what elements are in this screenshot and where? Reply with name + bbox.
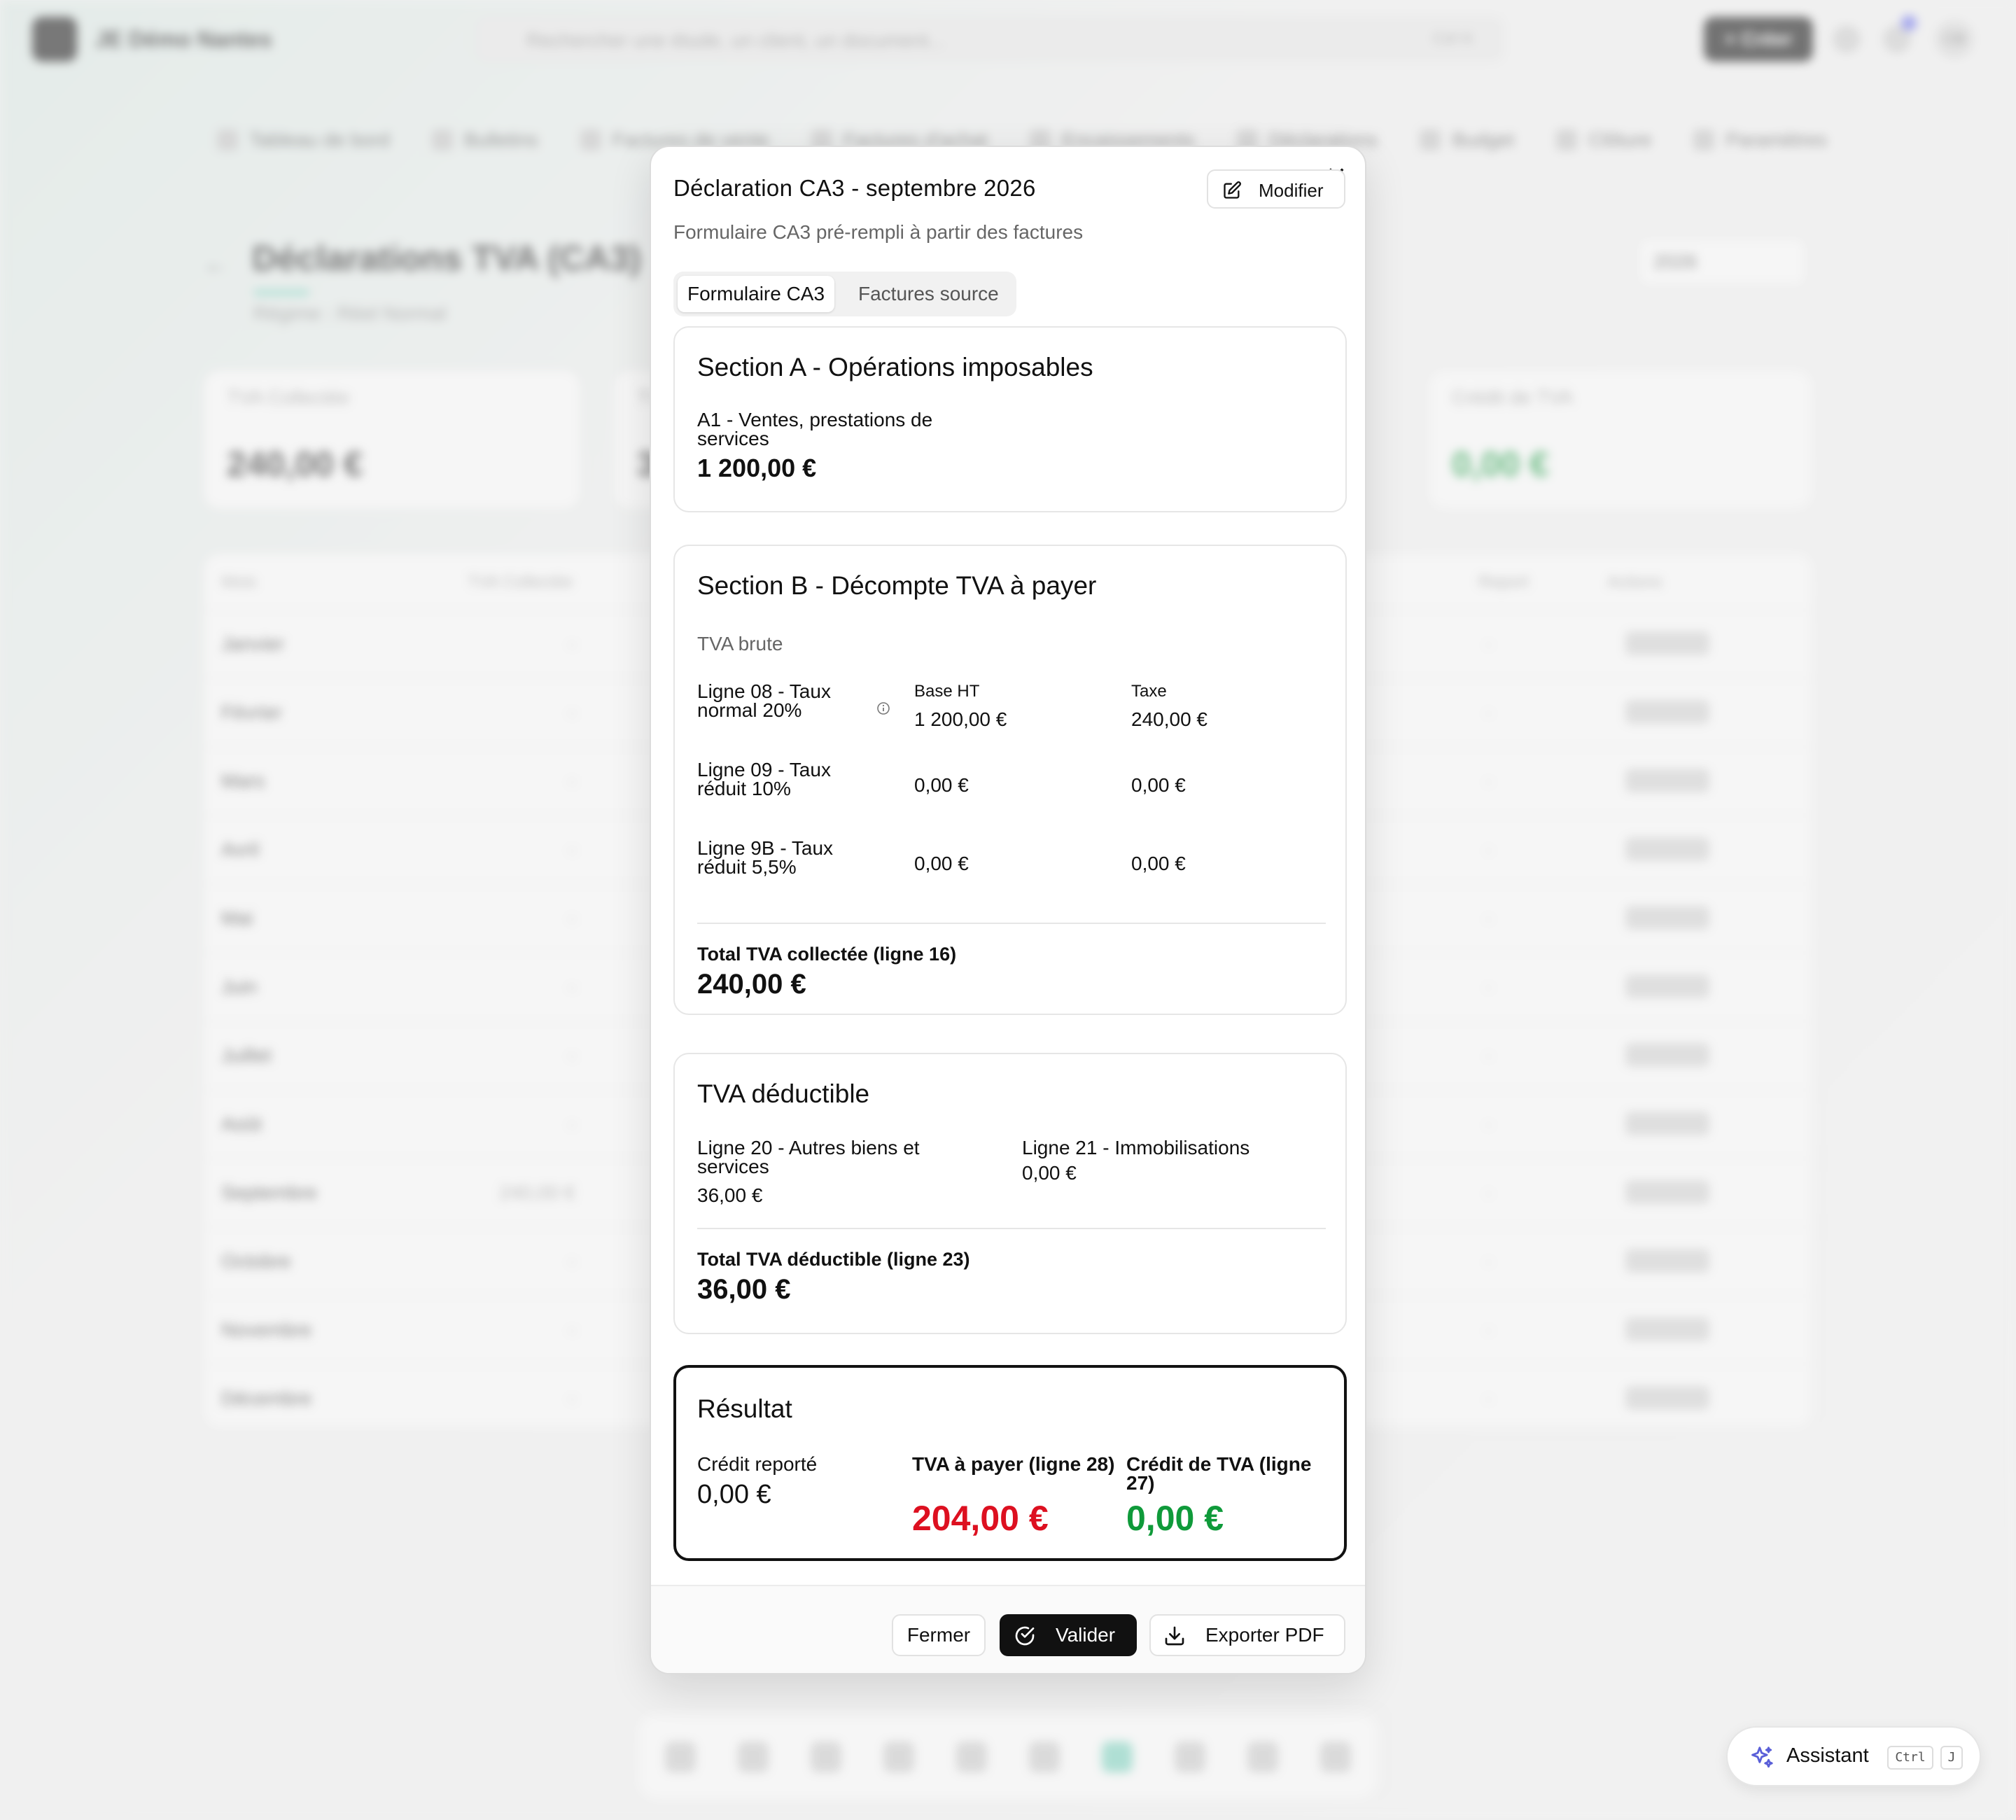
assistant-button[interactable]: Assistant Ctrl J: [1726, 1726, 1981, 1786]
export-pdf-button[interactable]: Exporter PDF: [1149, 1614, 1345, 1656]
tab-sources[interactable]: Factures source: [848, 276, 1009, 312]
section-a-card: Section A - Opérations imposables A1 - V…: [673, 326, 1347, 512]
line-9b-label: Ligne 9B - Taux réduit 5,5%: [697, 837, 834, 878]
divider: [697, 1228, 1326, 1229]
line-21-label: Ligne 21 - Immobilisations: [1022, 1137, 1250, 1158]
line-9b-base: 0,00 €: [914, 853, 969, 874]
result-card: Résultat Crédit reporté 0,00 € TVA à pay…: [673, 1365, 1347, 1561]
vat-due-label: TVA à payer (ligne 28): [912, 1453, 1115, 1475]
result-title: Résultat: [697, 1394, 792, 1423]
line-08-tax: 240,00 €: [1131, 708, 1208, 730]
download-icon: [1165, 1626, 1184, 1646]
divider: [697, 923, 1326, 924]
edit-button-label: Modifier: [1259, 180, 1324, 201]
export-pdf-label: Exporter PDF: [1205, 1624, 1324, 1646]
vat-due-value: 204,00 €: [912, 1499, 1049, 1538]
edit-button[interactable]: Modifier: [1207, 169, 1345, 209]
carried-credit-value: 0,00 €: [697, 1480, 771, 1509]
sparkles-icon: [1751, 1746, 1773, 1768]
line-20-label: Ligne 20 - Autres biens et services: [697, 1137, 920, 1177]
line-a1-label: A1 - Ventes, prestations de services: [697, 409, 933, 449]
vat-credit-label: Crédit de TVA (ligne 27): [1126, 1453, 1312, 1494]
total-collected-label: Total TVA collectée (ligne 16): [697, 944, 957, 965]
tab-bar: Formulaire CA3 Factures source: [673, 272, 1016, 316]
line-08-base: 1 200,00 €: [914, 708, 1007, 730]
line-21-value: 0,00 €: [1022, 1162, 1077, 1184]
section-b-title: Section B - Décompte TVA à payer: [697, 571, 1097, 600]
line-09-tax: 0,00 €: [1131, 774, 1186, 796]
line-20-value: 36,00 €: [697, 1184, 763, 1206]
modal-subtitle: Formulaire CA3 pré-rempli à partir des f…: [673, 221, 1084, 243]
line-09-label: Ligne 09 - Taux réduit 10%: [697, 759, 831, 799]
check-circle-icon: [1015, 1626, 1035, 1646]
section-b-card: Section B - Décompte TVA à payer TVA bru…: [673, 545, 1347, 1015]
total-collected-value: 240,00 €: [697, 969, 806, 1000]
modal-footer: Fermer Valider Exporter PDF: [651, 1586, 1365, 1673]
base-ht-header: Base HT: [914, 682, 980, 701]
section-a-title: Section A - Opérations imposables: [697, 353, 1093, 382]
vat-credit-value: 0,00 €: [1126, 1499, 1224, 1538]
line-08-label: Ligne 08 - Taux normal 20%: [697, 680, 831, 721]
line-a1-value: 1 200,00 €: [697, 454, 817, 482]
ca3-declaration-modal: ✕ Déclaration CA3 - septembre 2026 Formu…: [650, 146, 1366, 1674]
modal-title: Déclaration CA3 - septembre 2026: [673, 175, 1036, 201]
close-button[interactable]: Fermer: [892, 1614, 986, 1656]
deductible-vat-title: TVA déductible: [697, 1079, 870, 1108]
gross-vat-heading: TVA brute: [697, 633, 783, 654]
validate-button[interactable]: Valider: [1000, 1614, 1137, 1656]
total-deductible-label: Total TVA déductible (ligne 23): [697, 1249, 970, 1270]
carried-credit-label: Crédit reporté: [697, 1453, 818, 1475]
edit-icon: [1224, 181, 1241, 199]
shortcut-key-j: J: [1940, 1746, 1963, 1770]
info-icon[interactable]: [876, 701, 890, 715]
line-09-base: 0,00 €: [914, 774, 969, 796]
line-9b-tax: 0,00 €: [1131, 853, 1186, 874]
validate-button-label: Valider: [1056, 1624, 1116, 1646]
tab-form[interactable]: Formulaire CA3: [678, 276, 835, 312]
assistant-label: Assistant: [1786, 1744, 1869, 1767]
shortcut-key-ctrl: Ctrl: [1887, 1746, 1933, 1770]
total-deductible-value: 36,00 €: [697, 1274, 791, 1305]
deductible-vat-card: TVA déductible Ligne 20 - Autres biens e…: [673, 1053, 1347, 1334]
tax-header: Taxe: [1131, 682, 1167, 701]
